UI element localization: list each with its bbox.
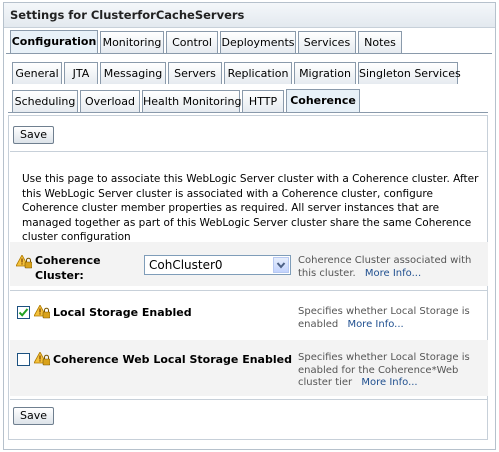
tab-replication[interactable]: Replication (224, 62, 292, 84)
coherence-cluster-help: Coherence Cluster associated with this c… (298, 255, 478, 280)
web-local-storage-label: Coherence Web Local Storage Enabled (53, 353, 292, 366)
local-storage-help: Specifies whether Local Storage is enabl… (298, 306, 478, 331)
tab-scheduling[interactable]: Scheduling (12, 90, 78, 112)
web-local-storage-help: Specifies whether Local Storage is enabl… (298, 352, 478, 390)
warning-lock-icon (34, 305, 50, 319)
tab-general[interactable]: General (12, 62, 62, 84)
tab-overload[interactable]: Overload (80, 90, 140, 112)
checkmark-icon (18, 308, 29, 317)
tab-jta[interactable]: JTA (64, 62, 98, 84)
tab-control[interactable]: Control (166, 31, 218, 53)
tab-health-monitoring[interactable]: Health Monitoring (142, 90, 241, 112)
warning-lock-icon (34, 352, 50, 366)
tab-deployments[interactable]: Deployments (220, 31, 296, 53)
web-local-storage-more-info-link[interactable]: More Info... (361, 377, 417, 388)
tabs-level3-baseline (8, 112, 488, 113)
tab-migration[interactable]: Migration (294, 62, 356, 84)
tab-notes[interactable]: Notes (358, 31, 402, 53)
coherence-cluster-row: Coherence Cluster: CohCluster0 Coherence… (10, 242, 488, 286)
tab-monitoring[interactable]: Monitoring (100, 31, 164, 53)
web-local-storage-row: Coherence Web Local Storage Enabled Spec… (10, 340, 488, 396)
local-storage-checkbox[interactable] (17, 306, 30, 319)
coherence-cluster-value: CohCluster0 (149, 258, 223, 272)
save-button-bottom[interactable]: Save (13, 407, 55, 425)
tab-services[interactable]: Services (298, 31, 356, 53)
divider-top (10, 151, 488, 152)
chevron-down-icon[interactable] (273, 257, 289, 273)
tab-http[interactable]: HTTP (242, 90, 284, 112)
tab-coherence[interactable]: Coherence (286, 89, 360, 112)
tab-messaging[interactable]: Messaging (100, 62, 166, 84)
local-storage-row: Local Storage Enabled Specifies whether … (10, 298, 488, 338)
coherence-cluster-label-line1: Coherence (35, 254, 101, 267)
tab-servers[interactable]: Servers (168, 62, 222, 84)
save-button-top[interactable]: Save (13, 126, 55, 144)
title-bar: Settings for ClusterforCacheServers (4, 3, 495, 28)
warning-lock-icon (16, 255, 32, 269)
coherence-cluster-more-info-link[interactable]: More Info... (365, 268, 421, 279)
local-storage-label: Local Storage Enabled (53, 306, 192, 319)
coherence-cluster-select[interactable]: CohCluster0 (144, 255, 291, 275)
page-title: Settings for ClusterforCacheServers (10, 8, 245, 22)
coherence-cluster-label-line2: Cluster: (35, 269, 84, 282)
local-storage-more-info-link[interactable]: More Info... (347, 319, 403, 330)
tabs-level1-baseline (6, 53, 492, 54)
divider-1 (10, 290, 488, 291)
intro-text: Use this page to associate this WebLogic… (22, 173, 479, 243)
tab-singleton-services[interactable]: Singleton Services (358, 62, 461, 84)
divider-2 (10, 399, 488, 400)
web-local-storage-checkbox[interactable] (17, 353, 30, 366)
tab-configuration[interactable]: Configuration (10, 30, 98, 53)
